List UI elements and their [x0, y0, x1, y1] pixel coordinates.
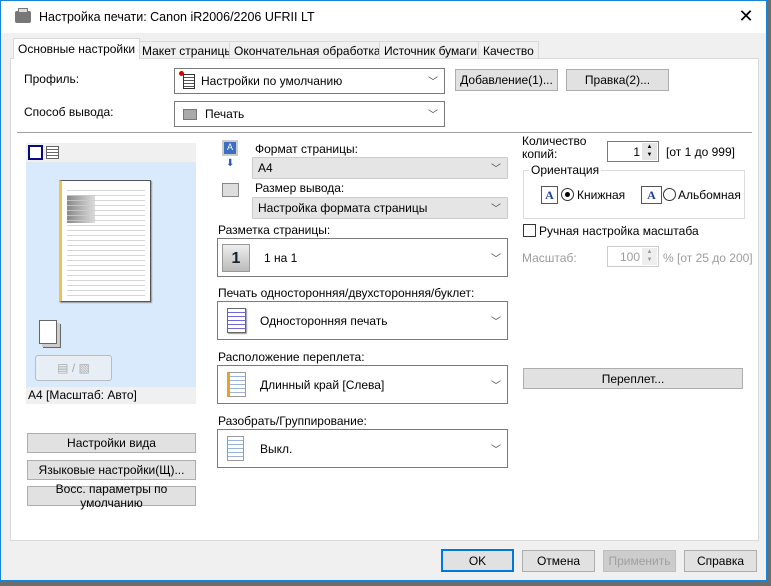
print-settings-dialog: Настройка печати: Canon iR2006/2206 UFRI…: [0, 0, 767, 581]
scale-spinner[interactable]: 100 ▲ ▼: [607, 246, 659, 267]
cancel-button[interactable]: Отмена: [522, 550, 595, 572]
binding-left-icon: [227, 372, 246, 397]
ok-button[interactable]: OK: [441, 549, 514, 572]
arrow-down-icon: ⬇: [226, 158, 235, 169]
portrait-label[interactable]: Книжная: [577, 188, 625, 202]
title-bar: Настройка печати: Canon iR2006/2206 UFRI…: [1, 1, 766, 33]
window-title: Настройка печати: Canon iR2006/2206 UFRI…: [39, 10, 315, 24]
preview-toolbar: [26, 143, 196, 162]
preview-area: ▤ / ▧: [26, 162, 196, 387]
copies-value: 1: [633, 145, 640, 159]
layout-label: Разметка страницы:: [218, 223, 331, 237]
layout-value: 1 на 1: [264, 250, 298, 265]
layout-select[interactable]: 1 1 на 1 ﹀: [217, 238, 508, 277]
spinner-arrows-icon[interactable]: ▲ ▼: [642, 143, 657, 160]
add-profile-button[interactable]: Добавление(1)...: [455, 69, 558, 91]
basic-settings-panel: Профиль: Настройки по умолчанию ﹀ Добавл…: [10, 58, 759, 541]
manual-scale-label[interactable]: Ручная настройка масштаба: [539, 224, 699, 238]
collate-label: Разобрать/Группирование:: [218, 414, 367, 428]
chevron-down-icon: ﹀: [491, 203, 501, 215]
copies-label-line2: копий:: [522, 147, 558, 161]
copies-spinner[interactable]: 1 ▲ ▼: [607, 141, 659, 162]
language-settings-button[interactable]: Языковые настройки(Щ)...: [27, 460, 196, 480]
layout-1up-icon: 1: [222, 243, 250, 272]
binding-select[interactable]: Длинный край [Слева] ﹀: [217, 365, 508, 404]
orientation-label: Ориентация: [529, 163, 602, 177]
landscape-radio[interactable]: [663, 188, 676, 201]
chevron-down-icon: ﹀: [428, 76, 438, 88]
page-size-label: Формат страницы:: [255, 142, 358, 156]
printer-icon: [183, 108, 197, 120]
tab-finishing[interactable]: Окончательная обработка: [229, 41, 386, 59]
view-settings-button[interactable]: Настройки вида: [27, 433, 196, 453]
restore-defaults-button[interactable]: Восс. параметры по умолчанию: [27, 482, 196, 510]
scale-label: Масштаб:: [522, 251, 577, 265]
output-method-value: Печать: [205, 107, 245, 121]
close-button[interactable]: ✕: [736, 6, 756, 27]
output-method-select[interactable]: Печать ﹀: [174, 101, 445, 127]
preview-mode-toggle[interactable]: ▤ / ▧: [35, 355, 112, 381]
page-preview: [59, 180, 151, 302]
help-button[interactable]: Справка: [684, 550, 757, 572]
copies-stack-icon: [39, 320, 57, 344]
chevron-down-icon: ﹀: [428, 109, 438, 121]
tab-basic[interactable]: Основные настройки: [13, 38, 141, 59]
copies-range: [от 1 до 999]: [666, 145, 735, 159]
tab-page-layout[interactable]: Макет страницы: [137, 41, 238, 59]
binding-value: Длинный край [Слева]: [260, 377, 385, 392]
landscape-label[interactable]: Альбомная: [678, 188, 741, 202]
duplex-select[interactable]: Односторонняя печать ﹀: [217, 301, 508, 340]
collate-select[interactable]: Выкл. ﹀: [217, 429, 508, 468]
scale-range: % [от 25 до 200]: [663, 251, 753, 265]
page-size-select[interactable]: A4 ﹀: [252, 157, 508, 179]
page-size-icon: A: [222, 140, 238, 156]
edit-profile-button[interactable]: Правка(2)...: [566, 69, 669, 91]
portrait-icon: A: [541, 186, 558, 204]
chevron-down-icon: ﹀: [491, 163, 501, 175]
apply-button[interactable]: Применить: [603, 550, 676, 572]
tab-quality[interactable]: Качество: [478, 41, 539, 59]
duplex-label: Печать односторонняя/двухсторонняя/букле…: [218, 286, 475, 300]
duplex-value: Односторонняя печать: [260, 313, 388, 328]
chevron-down-icon: ﹀: [491, 380, 501, 392]
portrait-radio[interactable]: [561, 188, 574, 201]
copies-label: Количество копий:: [522, 135, 586, 161]
profile-select[interactable]: Настройки по умолчанию ﹀: [174, 68, 445, 94]
binding-label: Расположение переплета:: [218, 350, 365, 364]
output-method-label: Способ вывода:: [24, 105, 114, 119]
divider: [17, 132, 752, 133]
chevron-down-icon: ﹀: [491, 253, 501, 265]
profile-icon: [179, 70, 195, 89]
page-size-value: A4: [258, 161, 273, 175]
page-view-icon[interactable]: [28, 145, 43, 160]
output-size-select[interactable]: Настройка формата страницы ﹀: [252, 197, 508, 219]
printer-view-icon[interactable]: [46, 146, 59, 159]
tab-paper-source[interactable]: Источник бумаги: [379, 41, 483, 59]
collate-off-icon: [227, 436, 244, 461]
single-sided-icon: [227, 308, 246, 333]
printer-icon: [15, 8, 31, 23]
output-size-icon: [222, 183, 239, 197]
output-size-label: Размер вывода:: [255, 181, 345, 195]
landscape-icon: A: [641, 186, 662, 204]
manual-scale-checkbox[interactable]: [523, 224, 536, 237]
chevron-down-icon: ﹀: [491, 316, 501, 328]
binding-button[interactable]: Переплет...: [523, 368, 743, 389]
spinner-arrows-icon[interactable]: ▲ ▼: [642, 248, 657, 265]
scale-value: 100: [619, 250, 640, 264]
preview-status: A4 [Масштаб: Авто]: [26, 387, 196, 404]
profile-value: Настройки по умолчанию: [201, 74, 343, 88]
copies-label-line1: Количество: [522, 134, 587, 148]
profile-label: Профиль:: [24, 72, 80, 86]
chevron-down-icon: ﹀: [491, 444, 501, 456]
collate-value: Выкл.: [260, 441, 293, 456]
output-size-value: Настройка формата страницы: [258, 201, 428, 215]
